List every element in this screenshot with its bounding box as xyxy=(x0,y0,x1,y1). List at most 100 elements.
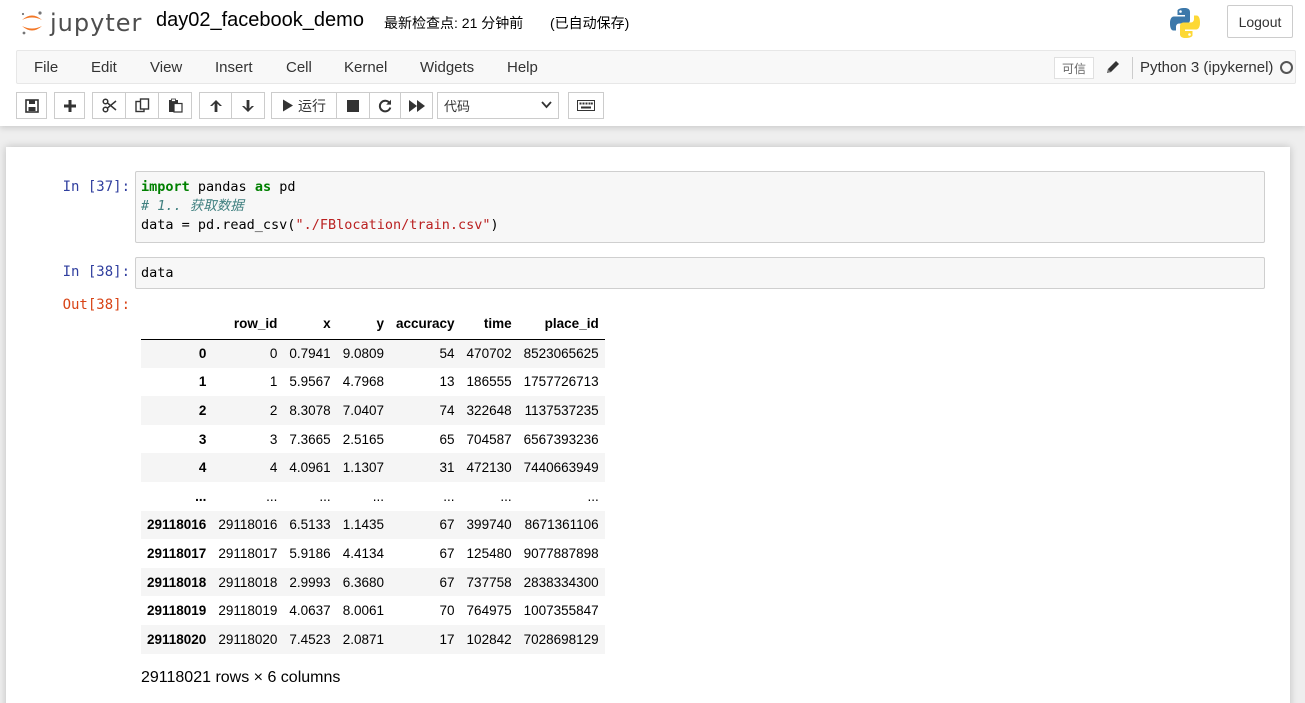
row-index: ... xyxy=(195,488,207,504)
table-cell: 2.5165 xyxy=(342,431,384,447)
table-cell: 29118016 xyxy=(218,517,278,533)
notebook-name[interactable]: day02_facebook_demo xyxy=(156,9,364,32)
table-cell: 9.0809 xyxy=(342,346,384,362)
table-cell: 4.7968 xyxy=(342,374,384,390)
menu-widgets[interactable]: Widgets xyxy=(420,59,474,76)
menu-view[interactable]: View xyxy=(150,59,182,76)
table-cell: 704587 xyxy=(466,431,512,447)
play-icon xyxy=(283,99,293,112)
move-up-button[interactable] xyxy=(199,92,232,119)
menu-insert[interactable]: Insert xyxy=(215,59,253,76)
menu-file[interactable]: File xyxy=(34,59,58,76)
save-button[interactable] xyxy=(16,92,47,119)
jupyter-logo[interactable]: jupyter xyxy=(18,6,142,40)
column-header: row_id xyxy=(212,309,284,340)
interrupt-button[interactable] xyxy=(336,92,370,119)
menu-edit[interactable]: Edit xyxy=(91,59,117,76)
code-cell-editor[interactable]: data xyxy=(135,257,1265,289)
table-row: 29118016 29118016 6.5133 1.1435 67 399740 8671… xyxy=(141,510,605,540)
dataframe-shape: 29118021 rows × 6 columns xyxy=(141,669,341,686)
cell-input-prompt: In [37]: xyxy=(62,179,130,195)
code-text: pandas xyxy=(189,179,255,195)
menubar: File Edit View Insert Cell Kernel Widget… xyxy=(16,50,1296,84)
table-header-row: row_id x y accuracy time place_id xyxy=(141,309,605,340)
table-cell: 8523065625 xyxy=(523,346,599,362)
table-cell: 7440663949 xyxy=(523,460,599,476)
column-header: place_id xyxy=(517,309,605,340)
table-row: 4 4 4.0961 1.1307 31 472130 7440663949 xyxy=(141,453,605,482)
restart-icon xyxy=(378,99,392,112)
table-cell: 8671361106 xyxy=(524,517,599,533)
row-index: 29118020 xyxy=(147,631,207,647)
logout-button[interactable]: Logout xyxy=(1227,5,1293,38)
insert-cell-button[interactable] xyxy=(54,92,85,119)
dataframe-table: row_id x y accuracy time place_id 0 0 0.7941 9.0… xyxy=(141,309,605,654)
table-row: 29118017 29118017 5.9186 4.4134 67 125480 9077… xyxy=(141,539,605,568)
trusted-indicator[interactable]: 可信 xyxy=(1054,57,1094,79)
table-cell: 2.9993 xyxy=(289,574,331,590)
autosave-status: (已自动保存) xyxy=(550,15,630,31)
table-cell: 17 xyxy=(439,631,455,647)
cell-type-select[interactable]: 代码 xyxy=(437,92,559,119)
row-index: 29118017 xyxy=(147,545,207,561)
column-header: x xyxy=(283,309,337,340)
notebook-container: In [37]: import pandas as pd # 1.. 获取数据 … xyxy=(6,147,1290,703)
restart-button[interactable] xyxy=(369,92,401,119)
code-text: pd xyxy=(271,179,296,195)
table-cell: 70 xyxy=(439,603,455,619)
paste-button[interactable] xyxy=(158,92,192,119)
table-cell: 0.7941 xyxy=(289,346,331,362)
table-cell: 764975 xyxy=(466,603,512,619)
kernel-name[interactable]: Python 3 (ipykernel) xyxy=(1140,59,1273,76)
kernel-separator xyxy=(1132,57,1133,79)
table-cell: 65 xyxy=(439,431,455,447)
restart-run-all-button[interactable] xyxy=(400,92,433,119)
table-cell: 67 xyxy=(439,517,455,533)
table-cell: 399740 xyxy=(466,517,512,533)
table-cell: ... xyxy=(266,488,278,504)
notebook-header: jupyter day02_facebook_demo 最新检查点: 21 分钟… xyxy=(0,0,1305,126)
column-header: accuracy xyxy=(389,309,461,340)
table-cell: 186555 xyxy=(466,374,512,390)
copy-icon xyxy=(134,98,149,113)
table-cell: 31 xyxy=(439,460,455,476)
move-down-button[interactable] xyxy=(231,92,265,119)
code-cell-editor[interactable]: import pandas as pd # 1.. 获取数据 data = pd… xyxy=(135,171,1265,243)
run-button[interactable]: 运行 xyxy=(271,92,337,119)
table-cell: 470702 xyxy=(466,346,512,362)
table-row: 29118018 29118018 2.9993 6.3680 67 737758 2838… xyxy=(141,567,605,597)
table-cell: 67 xyxy=(439,574,455,590)
arrow-down-icon xyxy=(242,99,254,112)
chevron-down-icon xyxy=(541,101,552,109)
copy-button[interactable] xyxy=(125,92,159,119)
table-cell: 67 xyxy=(439,545,455,561)
table-cell: 5.9186 xyxy=(289,545,331,561)
code-comment: # 1.. 获取数据 xyxy=(141,198,244,214)
cell-type-value: 代码 xyxy=(444,99,471,114)
checkpoint-status: 最新检查点: 21 分钟前 xyxy=(384,15,524,31)
column-header: y xyxy=(336,309,390,340)
table-cell: ... xyxy=(319,488,331,504)
menu-help[interactable]: Help xyxy=(507,59,538,76)
command-palette-button[interactable] xyxy=(568,92,604,119)
table-cell: 13 xyxy=(439,374,455,390)
table-cell: 2838334300 xyxy=(523,574,599,590)
table-cell: ... xyxy=(500,488,512,504)
jupyter-swirl-icon xyxy=(21,11,42,35)
fast-forward-icon xyxy=(408,99,425,112)
menu-cell[interactable]: Cell xyxy=(286,59,312,76)
table-body: 0 0 0.7941 9.0809 54 470702 8523065625 1 1 5.9567… xyxy=(141,339,605,654)
table-cell: ... xyxy=(443,488,455,504)
table-cell: 29118018 xyxy=(218,574,278,590)
cut-button[interactable] xyxy=(92,92,126,119)
row-index: 0 xyxy=(198,346,207,362)
menu-kernel[interactable]: Kernel xyxy=(344,59,387,76)
code-line: import pandas as pd xyxy=(141,178,1259,197)
pencil-icon[interactable] xyxy=(1105,59,1121,75)
table-cell: ... xyxy=(372,488,384,504)
table-cell: 1137537235 xyxy=(524,402,599,418)
code-text: data = pd.read_csv( xyxy=(141,217,296,233)
scissors-icon xyxy=(101,98,116,113)
paste-icon xyxy=(168,98,183,113)
table-row: 29118019 29118019 4.0637 8.0061 70 764975 1007… xyxy=(141,596,605,625)
